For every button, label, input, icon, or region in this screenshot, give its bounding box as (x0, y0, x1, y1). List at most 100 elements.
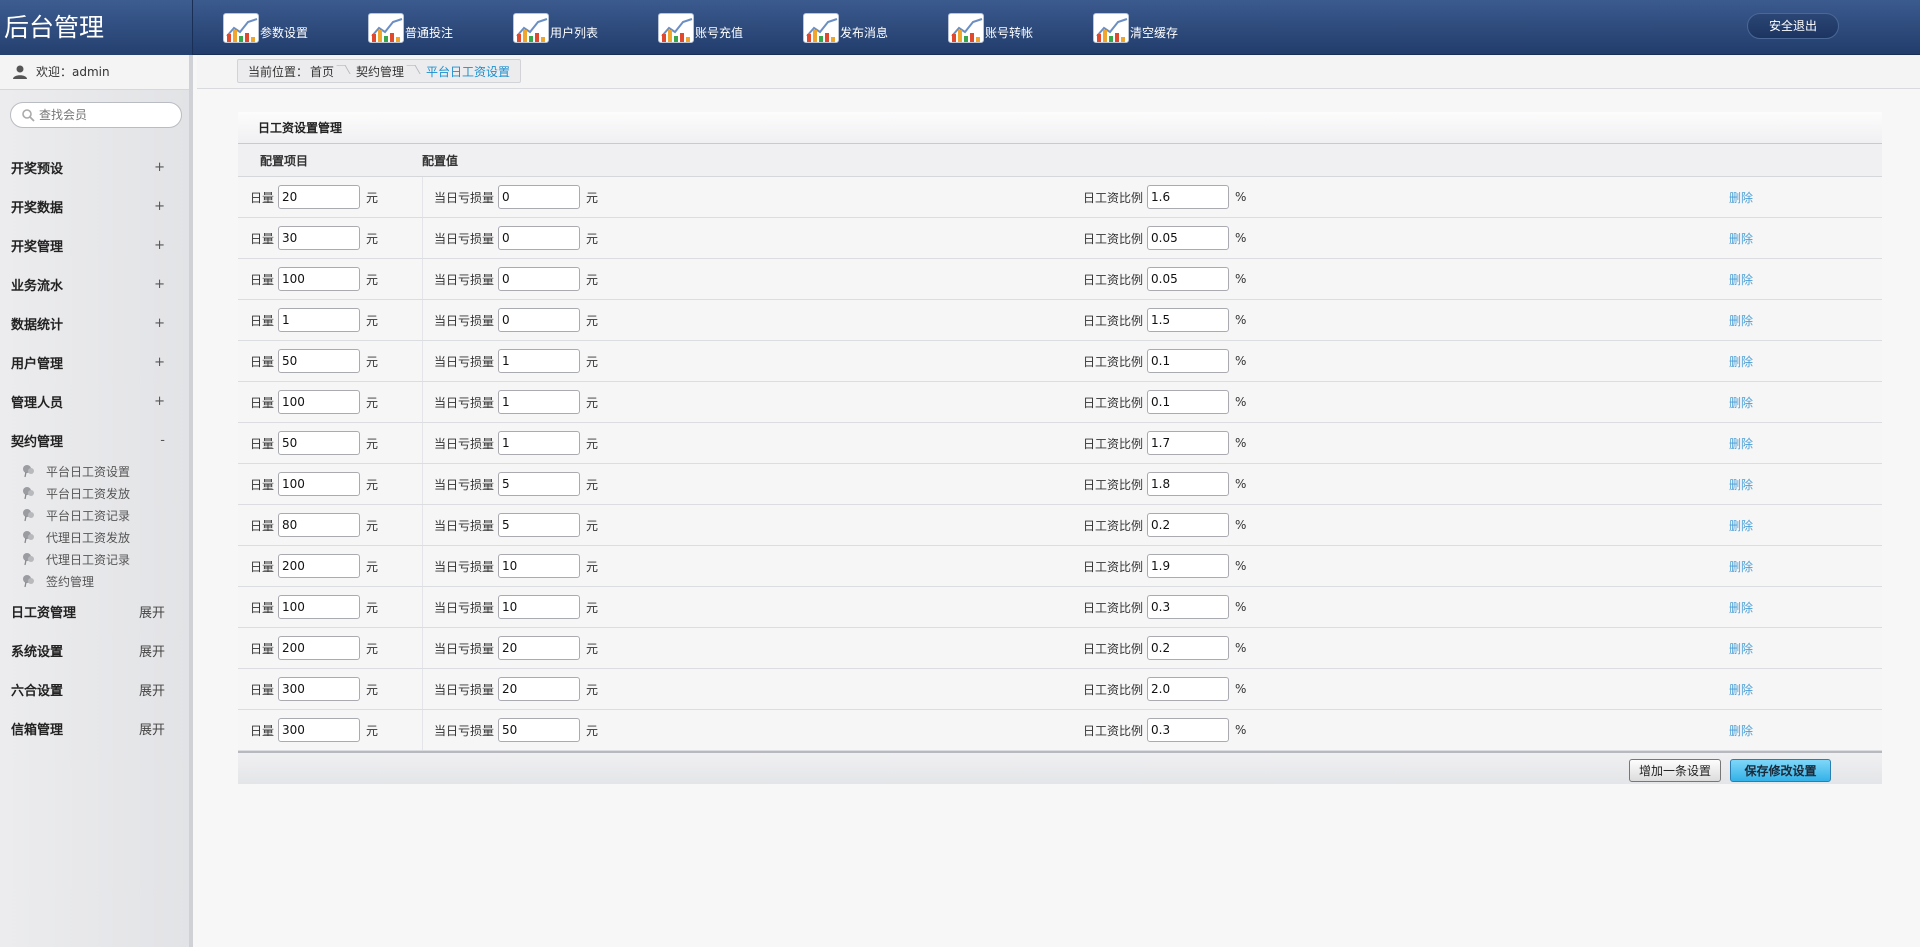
daily-loss-input[interactable] (498, 472, 581, 496)
expand-toggle[interactable]: + (154, 160, 165, 175)
daily-loss-input[interactable] (498, 554, 581, 578)
member-search[interactable] (10, 102, 182, 128)
sidebar-section-3[interactable]: 信箱管理 展开 (0, 709, 189, 748)
expand-toggle[interactable]: + (154, 277, 165, 292)
delete-link[interactable]: 删除 (1729, 271, 1753, 288)
daily-volume-input[interactable] (278, 636, 361, 660)
daily-volume-input[interactable] (278, 226, 361, 250)
submenu-item-2[interactable]: 平台日工资记录 (22, 504, 189, 526)
breadcrumb-item-2[interactable]: 平台日工资设置 (426, 63, 510, 80)
delete-link[interactable]: 删除 (1729, 722, 1753, 739)
expand-toggle[interactable]: - (160, 433, 165, 448)
daily-volume-input[interactable] (278, 431, 361, 455)
sidebar-section-0[interactable]: 日工资管理 展开 (0, 592, 189, 631)
delete-link[interactable]: 删除 (1729, 476, 1753, 493)
daily-volume-input[interactable] (278, 554, 361, 578)
delete-link[interactable]: 删除 (1729, 312, 1753, 329)
daily-volume-input[interactable] (278, 718, 361, 742)
sidebar-section-2[interactable]: 六合设置 展开 (0, 670, 189, 709)
breadcrumb-item-1[interactable]: 契约管理 (356, 63, 418, 80)
breadcrumb-item-0[interactable]: 首页 (310, 63, 348, 80)
expand-toggle[interactable]: 展开 (139, 641, 165, 660)
submenu-item-3[interactable]: 代理日工资发放 (22, 526, 189, 548)
wage-ratio-input[interactable] (1147, 472, 1230, 496)
daily-loss-input[interactable] (498, 636, 581, 660)
sidebar-item-6[interactable]: 管理人员 + (0, 382, 189, 421)
submenu-item-0[interactable]: 平台日工资设置 (22, 460, 189, 482)
wage-ratio-input[interactable] (1147, 308, 1230, 332)
sidebar-item-1[interactable]: 开奖数据 + (0, 187, 189, 226)
submenu-item-5[interactable]: 签约管理 (22, 570, 189, 592)
submenu-item-1[interactable]: 平台日工资发放 (22, 482, 189, 504)
expand-toggle[interactable]: 展开 (139, 680, 165, 699)
wage-ratio-input[interactable] (1147, 390, 1230, 414)
delete-link[interactable]: 删除 (1729, 681, 1753, 698)
daily-loss-input[interactable] (498, 267, 581, 291)
delete-link[interactable]: 删除 (1729, 394, 1753, 411)
delete-link[interactable]: 删除 (1729, 189, 1753, 206)
daily-loss-input[interactable] (498, 185, 581, 209)
daily-volume-input[interactable] (278, 595, 361, 619)
add-setting-button[interactable]: 增加一条设置 (1629, 759, 1721, 782)
nav-item-4[interactable]: 发布消息 (803, 0, 948, 55)
daily-loss-input[interactable] (498, 718, 581, 742)
daily-loss-input[interactable] (498, 513, 581, 537)
delete-link[interactable]: 删除 (1729, 230, 1753, 247)
wage-ratio-input[interactable] (1147, 636, 1230, 660)
nav-item-1[interactable]: 普通投注 (368, 0, 513, 55)
nav-item-0[interactable]: 参数设置 (223, 0, 368, 55)
sidebar-item-4[interactable]: 数据统计 + (0, 304, 189, 343)
sidebar-item-0[interactable]: 开奖预设 + (0, 148, 189, 187)
wage-ratio-input[interactable] (1147, 718, 1230, 742)
daily-volume-input[interactable] (278, 267, 361, 291)
daily-volume-input[interactable] (278, 185, 361, 209)
daily-loss-input[interactable] (498, 390, 581, 414)
nav-item-2[interactable]: 用户列表 (513, 0, 658, 55)
delete-link[interactable]: 删除 (1729, 353, 1753, 370)
sidebar-item-3[interactable]: 业务流水 + (0, 265, 189, 304)
delete-link[interactable]: 删除 (1729, 517, 1753, 534)
delete-link[interactable]: 删除 (1729, 558, 1753, 575)
wage-ratio-input[interactable] (1147, 513, 1230, 537)
wage-ratio-input[interactable] (1147, 349, 1230, 373)
daily-loss-input[interactable] (498, 308, 581, 332)
delete-link[interactable]: 删除 (1729, 599, 1753, 616)
expand-toggle[interactable]: 展开 (139, 602, 165, 621)
nav-item-6[interactable]: 清空缓存 (1093, 0, 1238, 55)
daily-volume-input[interactable] (278, 349, 361, 373)
delete-link[interactable]: 删除 (1729, 640, 1753, 657)
save-settings-button[interactable]: 保存修改设置 (1730, 759, 1831, 782)
daily-volume-input[interactable] (278, 472, 361, 496)
delete-link[interactable]: 删除 (1729, 435, 1753, 452)
daily-loss-input[interactable] (498, 595, 581, 619)
wage-ratio-input[interactable] (1147, 431, 1230, 455)
daily-loss-input[interactable] (498, 677, 581, 701)
expand-toggle[interactable]: + (154, 316, 165, 331)
sidebar-item-2[interactable]: 开奖管理 + (0, 226, 189, 265)
daily-volume-input[interactable] (278, 513, 361, 537)
expand-toggle[interactable]: + (154, 238, 165, 253)
daily-volume-input[interactable] (278, 677, 361, 701)
expand-toggle[interactable]: 展开 (139, 719, 165, 738)
daily-volume-input[interactable] (278, 390, 361, 414)
search-input[interactable] (39, 108, 169, 122)
daily-loss-input[interactable] (498, 431, 581, 455)
sidebar-section-1[interactable]: 系统设置 展开 (0, 631, 189, 670)
wage-ratio-input[interactable] (1147, 677, 1230, 701)
daily-loss-input[interactable] (498, 226, 581, 250)
wage-ratio-input[interactable] (1147, 226, 1230, 250)
wage-ratio-input[interactable] (1147, 554, 1230, 578)
wage-ratio-input[interactable] (1147, 185, 1230, 209)
daily-volume-input[interactable] (278, 308, 361, 332)
expand-toggle[interactable]: + (154, 355, 165, 370)
expand-toggle[interactable]: + (154, 199, 165, 214)
nav-item-5[interactable]: 账号转帐 (948, 0, 1093, 55)
logout-button[interactable]: 安全退出 (1747, 13, 1839, 39)
wage-ratio-input[interactable] (1147, 267, 1230, 291)
sidebar-item-7[interactable]: 契约管理 - (0, 421, 189, 460)
nav-item-3[interactable]: 账号充值 (658, 0, 803, 55)
daily-loss-input[interactable] (498, 349, 581, 373)
expand-toggle[interactable]: + (154, 394, 165, 409)
sidebar-item-5[interactable]: 用户管理 + (0, 343, 189, 382)
wage-ratio-input[interactable] (1147, 595, 1230, 619)
